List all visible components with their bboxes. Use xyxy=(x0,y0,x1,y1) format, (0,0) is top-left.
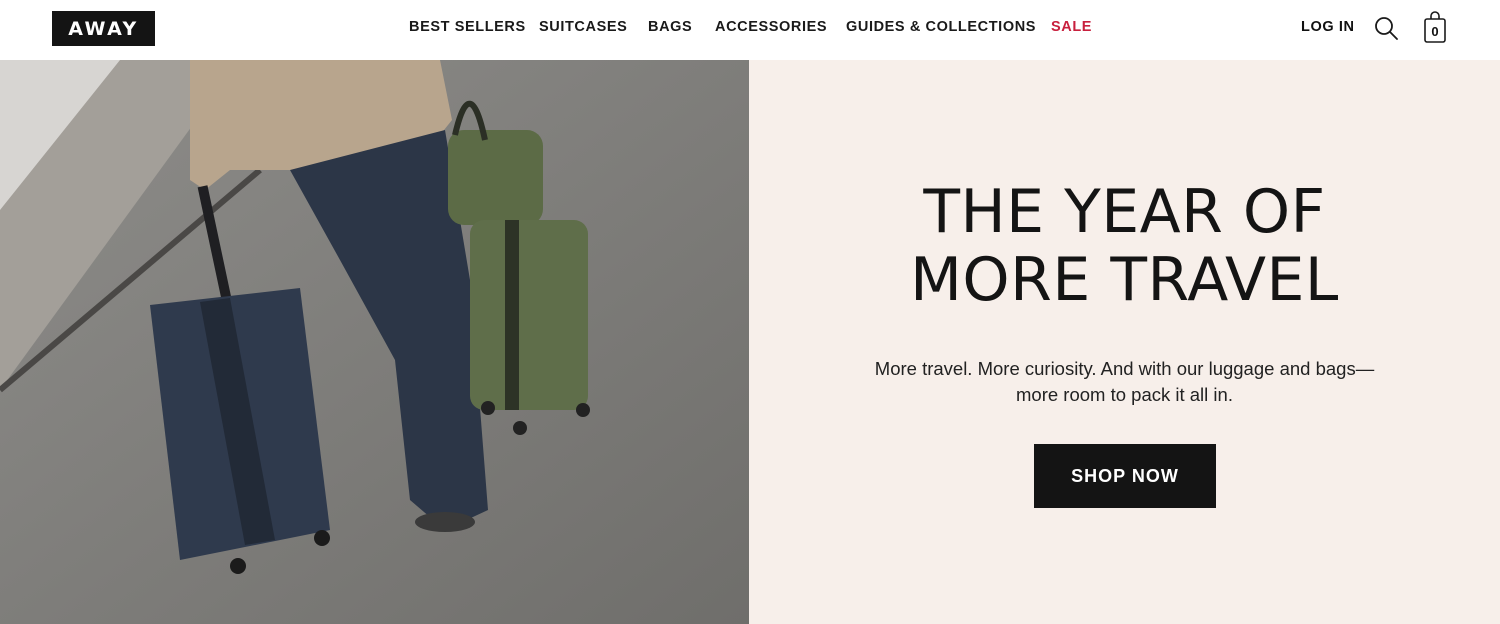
cart-count: 0 xyxy=(1431,24,1439,39)
nav-best-sellers[interactable]: BEST SELLERS xyxy=(409,19,526,35)
nav-bags[interactable]: BAGS xyxy=(648,19,692,35)
hero-subtext-line-1: More travel. More curiosity. And with ou… xyxy=(874,358,1375,379)
hero-subtext: More travel. More curiosity. And with ou… xyxy=(749,356,1500,408)
hero-photo xyxy=(0,60,749,624)
search-icon[interactable] xyxy=(1373,15,1399,41)
login-link[interactable]: LOG IN xyxy=(1301,19,1355,35)
nav-accessories[interactable]: ACCESSORIES xyxy=(715,19,827,35)
hero-headline: THE YEAR OF MORE TRAVEL xyxy=(749,178,1500,314)
main-nav: BEST SELLERS SUITCASES BAGS ACCESSORIES … xyxy=(0,0,1500,56)
site-header: AWAY BEST SELLERS SUITCASES BAGS ACCESSO… xyxy=(0,0,1500,60)
shop-now-button[interactable]: SHOP NOW xyxy=(1034,444,1216,508)
nav-guides-collections[interactable]: GUIDES & COLLECTIONS xyxy=(846,19,1036,35)
hero-panel: THE YEAR OF MORE TRAVEL More travel. Mor… xyxy=(749,60,1500,624)
hero-headline-line-2: MORE TRAVEL xyxy=(910,245,1339,315)
hero-subtext-line-2: more room to pack it all in. xyxy=(1016,384,1233,405)
hero-headline-line-1: THE YEAR OF xyxy=(923,177,1326,247)
cart-button[interactable]: 0 xyxy=(1423,11,1447,45)
away-logo[interactable]: AWAY xyxy=(52,11,155,46)
nav-suitcases[interactable]: SUITCASES xyxy=(539,19,627,35)
nav-sale[interactable]: SALE xyxy=(1051,19,1092,35)
